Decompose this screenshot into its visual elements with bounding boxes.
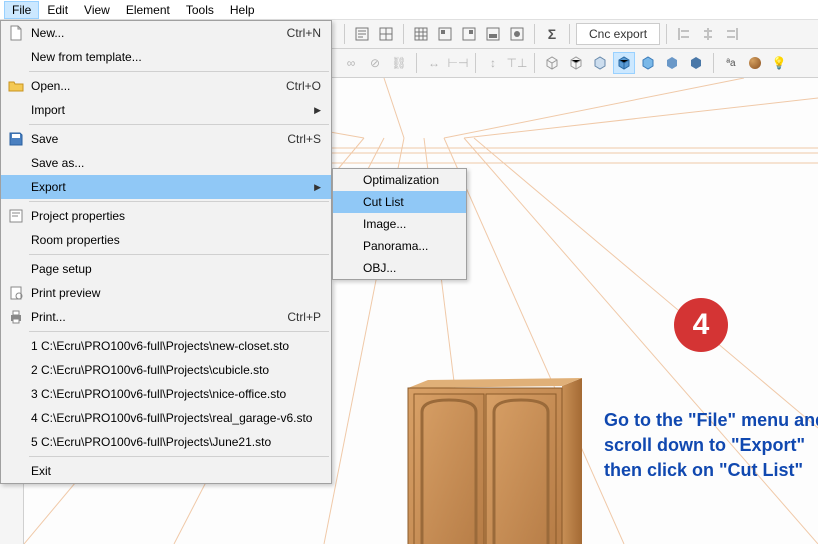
- recent-file-label: 5 C:\Ecru\PRO100v6-full\Projects\June21.…: [31, 435, 271, 449]
- layout2-icon[interactable]: [458, 23, 480, 45]
- menu-help[interactable]: Help: [222, 1, 263, 19]
- report-icon[interactable]: [351, 23, 373, 45]
- menu-new-shortcut: Ctrl+N: [287, 26, 321, 40]
- folder-open-icon: [7, 77, 25, 95]
- menu-open-label: Open...: [31, 79, 70, 93]
- shaded-icon[interactable]: [613, 52, 635, 74]
- menu-save-as[interactable]: Save as...: [1, 151, 331, 175]
- recent-file-label: 3 C:\Ecru\PRO100v6-full\Projects\nice-of…: [31, 387, 286, 401]
- menubar: File Edit View Element Tools Help: [0, 0, 818, 20]
- menu-tools[interactable]: Tools: [178, 1, 222, 19]
- menu-exit[interactable]: Exit: [1, 459, 331, 483]
- menu-view[interactable]: View: [76, 1, 118, 19]
- menu-print-shortcut: Ctrl+P: [287, 310, 321, 324]
- table-icon[interactable]: [375, 23, 397, 45]
- menu-exit-label: Exit: [31, 464, 51, 478]
- menu-print-preview[interactable]: Print preview: [1, 281, 331, 305]
- menu-room-properties-label: Room properties: [31, 233, 120, 247]
- submenu-arrow-icon: ▶: [314, 182, 321, 193]
- menu-print-label: Print...: [31, 310, 66, 324]
- submenu-label: Cut List: [363, 195, 404, 209]
- chain-icon[interactable]: ⛓: [388, 52, 410, 74]
- recent-file-label: 4 C:\Ecru\PRO100v6-full\Projects\real_ga…: [31, 411, 312, 425]
- menu-save-label: Save: [31, 132, 58, 146]
- hidden-line-icon[interactable]: [589, 52, 611, 74]
- sigma-icon[interactable]: Σ: [541, 23, 563, 45]
- menu-new[interactable]: New... Ctrl+N: [1, 21, 331, 45]
- wireframe1-icon[interactable]: [541, 52, 563, 74]
- recent-file-label: 2 C:\Ecru\PRO100v6-full\Projects\cubicle…: [31, 363, 269, 377]
- menu-recent-4[interactable]: 4 C:\Ecru\PRO100v6-full\Projects\real_ga…: [1, 406, 331, 430]
- link-icon[interactable]: ∞: [340, 52, 362, 74]
- menu-import[interactable]: Import ▶: [1, 98, 331, 122]
- menu-project-properties[interactable]: Project properties: [1, 204, 331, 228]
- shaded-edge-icon[interactable]: [637, 52, 659, 74]
- print-icon: [7, 308, 25, 326]
- labels-icon[interactable]: ªa: [720, 52, 742, 74]
- print-preview-icon: [7, 284, 25, 302]
- properties-icon: [7, 207, 25, 225]
- menu-page-setup[interactable]: Page setup: [1, 257, 331, 281]
- submenu-arrow-icon: ▶: [314, 105, 321, 116]
- menu-page-setup-label: Page setup: [31, 262, 92, 276]
- menu-export[interactable]: Export ▶: [1, 175, 331, 199]
- submenu-label: OBJ...: [363, 261, 396, 275]
- cabinet-model[interactable]: [404, 378, 584, 544]
- dim-h-icon[interactable]: ↔: [423, 52, 445, 74]
- grid-icon[interactable]: [410, 23, 432, 45]
- submenu-obj[interactable]: OBJ...: [333, 257, 466, 279]
- layout1-icon[interactable]: [434, 23, 456, 45]
- menu-import-label: Import: [31, 103, 65, 117]
- menu-recent-2[interactable]: 2 C:\Ecru\PRO100v6-full\Projects\cubicle…: [1, 358, 331, 382]
- unlink-icon[interactable]: ⊘: [364, 52, 386, 74]
- menu-recent-5[interactable]: 5 C:\Ecru\PRO100v6-full\Projects\June21.…: [1, 430, 331, 454]
- menu-element[interactable]: Element: [118, 1, 178, 19]
- recent-file-label: 1 C:\Ecru\PRO100v6-full\Projects\new-clo…: [31, 339, 289, 353]
- submenu-optimalization[interactable]: Optimalization: [333, 169, 466, 191]
- menu-new-template[interactable]: New from template...: [1, 45, 331, 69]
- submenu-panorama[interactable]: Panorama...: [333, 235, 466, 257]
- menu-file[interactable]: File: [4, 1, 39, 19]
- save-icon: [7, 130, 25, 148]
- menu-open-shortcut: Ctrl+O: [286, 79, 321, 93]
- export-submenu: Optimalization Cut List Image... Panoram…: [332, 168, 467, 280]
- submenu-label: Optimalization: [363, 173, 439, 187]
- material-icon[interactable]: [744, 52, 766, 74]
- dim-vsplit-icon[interactable]: ⊤⊥: [506, 52, 528, 74]
- menu-save-as-label: Save as...: [31, 156, 84, 170]
- layout3-icon[interactable]: [482, 23, 504, 45]
- menu-print-preview-label: Print preview: [31, 286, 100, 300]
- dim-v-icon[interactable]: ↕: [482, 52, 504, 74]
- layout4-icon[interactable]: [506, 23, 528, 45]
- menu-save-shortcut: Ctrl+S: [287, 132, 321, 146]
- submenu-label: Image...: [363, 217, 406, 231]
- align-left-icon[interactable]: [673, 23, 695, 45]
- cnc-export-button[interactable]: Cnc export: [576, 23, 660, 45]
- wireframe2-icon[interactable]: [565, 52, 587, 74]
- dim-split-icon[interactable]: ⊢⊣: [447, 52, 469, 74]
- callout-number-badge: 4: [674, 298, 728, 352]
- menu-open[interactable]: Open... Ctrl+O: [1, 74, 331, 98]
- lightbulb-icon[interactable]: 💡: [768, 52, 790, 74]
- textured2-icon[interactable]: [685, 52, 707, 74]
- menu-new-template-label: New from template...: [31, 50, 142, 64]
- menu-new-label: New...: [31, 26, 64, 40]
- menu-save[interactable]: Save Ctrl+S: [1, 127, 331, 151]
- menu-room-properties[interactable]: Room properties: [1, 228, 331, 252]
- menu-recent-3[interactable]: 3 C:\Ecru\PRO100v6-full\Projects\nice-of…: [1, 382, 331, 406]
- menu-edit[interactable]: Edit: [39, 1, 76, 19]
- align-center-h-icon[interactable]: [697, 23, 719, 45]
- menu-project-properties-label: Project properties: [31, 209, 125, 223]
- align-right-icon[interactable]: [721, 23, 743, 45]
- textured1-icon[interactable]: [661, 52, 683, 74]
- submenu-image[interactable]: Image...: [333, 213, 466, 235]
- submenu-cut-list[interactable]: Cut List: [333, 191, 466, 213]
- file-menu-dropdown: New... Ctrl+N New from template... Open.…: [0, 20, 332, 484]
- new-file-icon: [7, 24, 25, 42]
- submenu-label: Panorama...: [363, 239, 428, 253]
- menu-export-label: Export: [31, 180, 66, 194]
- callout-instruction-text: Go to the "File" menu and scroll down to…: [604, 408, 818, 484]
- menu-print[interactable]: Print... Ctrl+P: [1, 305, 331, 329]
- menu-recent-1[interactable]: 1 C:\Ecru\PRO100v6-full\Projects\new-clo…: [1, 334, 331, 358]
